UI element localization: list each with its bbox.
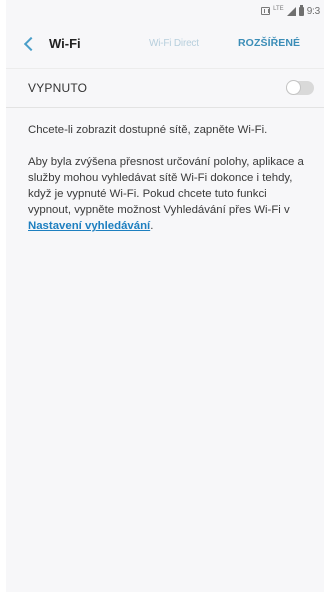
- nfc-icon: [261, 7, 271, 15]
- battery-icon: [298, 4, 304, 16]
- back-icon[interactable]: [23, 36, 39, 52]
- search-settings-link[interactable]: Nastavení vyhledávání: [28, 220, 150, 232]
- info-paragraph-2: Aby byla zvýšena přesnost určování poloh…: [28, 154, 308, 234]
- info-paragraph-2-text: Aby byla zvýšena přesnost určování poloh…: [28, 156, 304, 216]
- info-content: Chcete-li zobrazit dostupné sítě, zapnět…: [6, 108, 324, 234]
- signal-icon: [286, 6, 296, 16]
- wifi-toggle-label: VYPNUTO: [28, 81, 88, 95]
- info-paragraph-1: Chcete-li zobrazit dostupné sítě, zapnět…: [28, 124, 268, 136]
- app-bar: Wi-Fi Wi-Fi Direct ROZŠÍŘENÉ: [6, 22, 324, 68]
- tab-advanced[interactable]: ROZŠÍŘENÉ: [238, 37, 300, 49]
- switch-knob: [286, 80, 301, 95]
- info-paragraph-2-end: .: [150, 220, 154, 232]
- page-title: Wi-Fi: [49, 36, 81, 51]
- status-bar: LTE 9:3: [6, 0, 324, 22]
- tab-wifi-direct[interactable]: Wi-Fi Direct: [149, 38, 199, 49]
- phone-screen: LTE 9:3 Wi-Fi Wi-Fi Direct ROZŠÍŘENÉ VYP…: [6, 0, 324, 592]
- wifi-toggle-row[interactable]: VYPNUTO: [6, 68, 324, 108]
- wifi-switch[interactable]: [286, 80, 314, 95]
- lte-icon: LTE: [273, 6, 284, 12]
- status-time: 9:3: [306, 5, 321, 17]
